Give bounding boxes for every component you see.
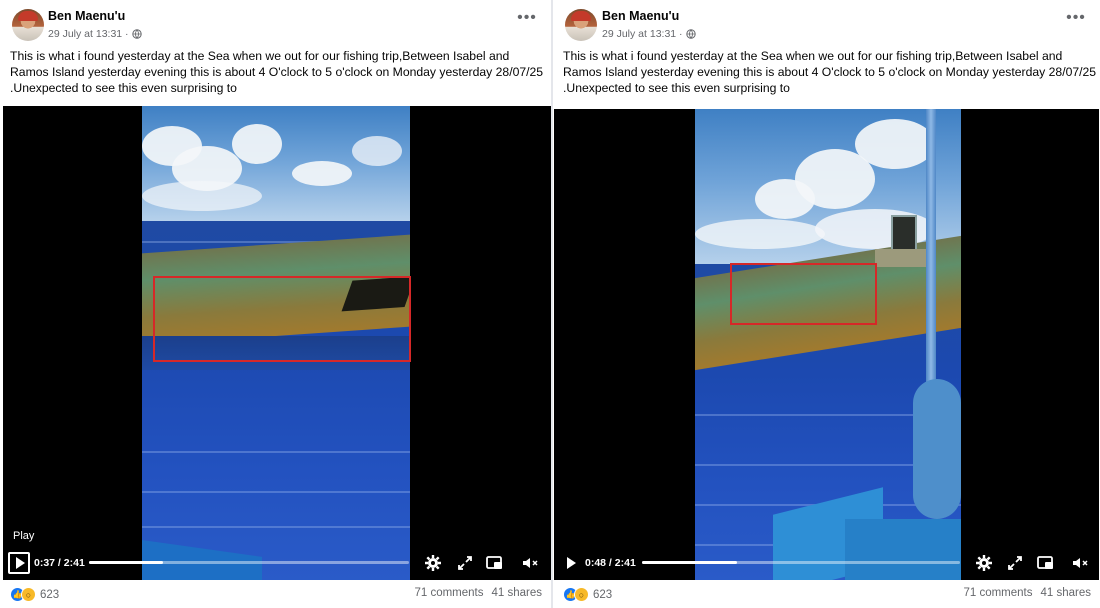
progress-bar[interactable] [89, 561, 409, 564]
boat-pole [926, 109, 936, 399]
post-header: Ben Maenu'u 29 July at 13:31 · ••• [553, 0, 1100, 46]
play-button[interactable] [8, 552, 30, 574]
post-caption: This is what i found yesterday at the Se… [563, 49, 1097, 95]
video-frame [695, 109, 961, 580]
progress-bar[interactable] [642, 561, 960, 564]
play-icon [15, 557, 25, 569]
wow-reaction-icon: ○ [21, 587, 36, 602]
reaction-count: 623 [40, 588, 60, 601]
picture-in-picture-icon[interactable] [485, 554, 503, 572]
reaction-count: 623 [593, 588, 613, 601]
author-avatar[interactable] [12, 9, 44, 41]
author-avatar[interactable] [565, 9, 597, 41]
post-timestamp: 29 July at 13:31 · [602, 28, 696, 40]
facebook-post-right: Ben Maenu'u 29 July at 13:31 · ••• This … [553, 0, 1100, 608]
play-button[interactable] [559, 552, 581, 574]
video-player[interactable]: Play 0:37 / 2:41 [3, 106, 551, 580]
comments-count[interactable]: 71 comments [414, 587, 483, 599]
video-controls: 0:37 / 2:41 [3, 546, 551, 580]
globe-icon [131, 29, 142, 39]
fullscreen-icon[interactable] [1006, 554, 1024, 572]
progress-fill [89, 561, 163, 564]
video-controls: 0:48 / 2:41 [554, 546, 1099, 580]
more-options-icon[interactable]: ••• [517, 10, 537, 28]
shares-count[interactable]: 41 shares [491, 587, 542, 599]
post-stats: 71 comments 41 shares [963, 587, 1091, 599]
post-header: Ben Maenu'u 29 July at 13:31 · ••• [0, 0, 551, 46]
play-icon [566, 557, 576, 569]
post-footer: 👍 ○ 623 71 comments 41 shares [553, 584, 1100, 606]
reactions[interactable]: 👍 ○ 623 [563, 587, 612, 602]
settings-gear-icon[interactable] [424, 554, 442, 572]
video-time: 0:48 / 2:41 [585, 557, 636, 569]
post-footer: 👍 ○ 623 71 comments 41 shares [0, 584, 551, 606]
author-name[interactable]: Ben Maenu'u [48, 9, 125, 23]
highlight-box [153, 276, 411, 362]
picture-in-picture-icon[interactable] [1036, 554, 1054, 572]
play-tooltip: Play [13, 530, 35, 542]
reactions[interactable]: 👍 ○ 623 [10, 587, 59, 602]
highlight-box [730, 263, 877, 325]
settings-gear-icon[interactable] [975, 554, 993, 572]
post-stats: 71 comments 41 shares [414, 587, 542, 599]
fullscreen-icon[interactable] [456, 554, 474, 572]
timestamp-text[interactable]: 29 July at 13:31 · [48, 28, 129, 40]
video-time: 0:37 / 2:41 [34, 557, 85, 569]
mute-volume-icon[interactable] [521, 554, 539, 572]
wow-reaction-icon: ○ [574, 587, 589, 602]
globe-icon [685, 29, 696, 39]
hatch [891, 215, 917, 251]
facebook-post-left: Ben Maenu'u 29 July at 13:31 · ••• This … [0, 0, 551, 608]
video-player[interactable]: 0:48 / 2:41 [554, 109, 1099, 580]
shares-count[interactable]: 41 shares [1040, 587, 1091, 599]
comments-count[interactable]: 71 comments [963, 587, 1032, 599]
author-name[interactable]: Ben Maenu'u [602, 9, 679, 23]
more-options-icon[interactable]: ••• [1066, 10, 1086, 28]
progress-fill [642, 561, 738, 564]
timestamp-text[interactable]: 29 July at 13:31 · [602, 28, 683, 40]
mute-volume-icon[interactable] [1071, 554, 1089, 572]
post-caption: This is what i found yesterday at the Se… [10, 49, 544, 95]
post-timestamp: 29 July at 13:31 · [48, 28, 142, 40]
